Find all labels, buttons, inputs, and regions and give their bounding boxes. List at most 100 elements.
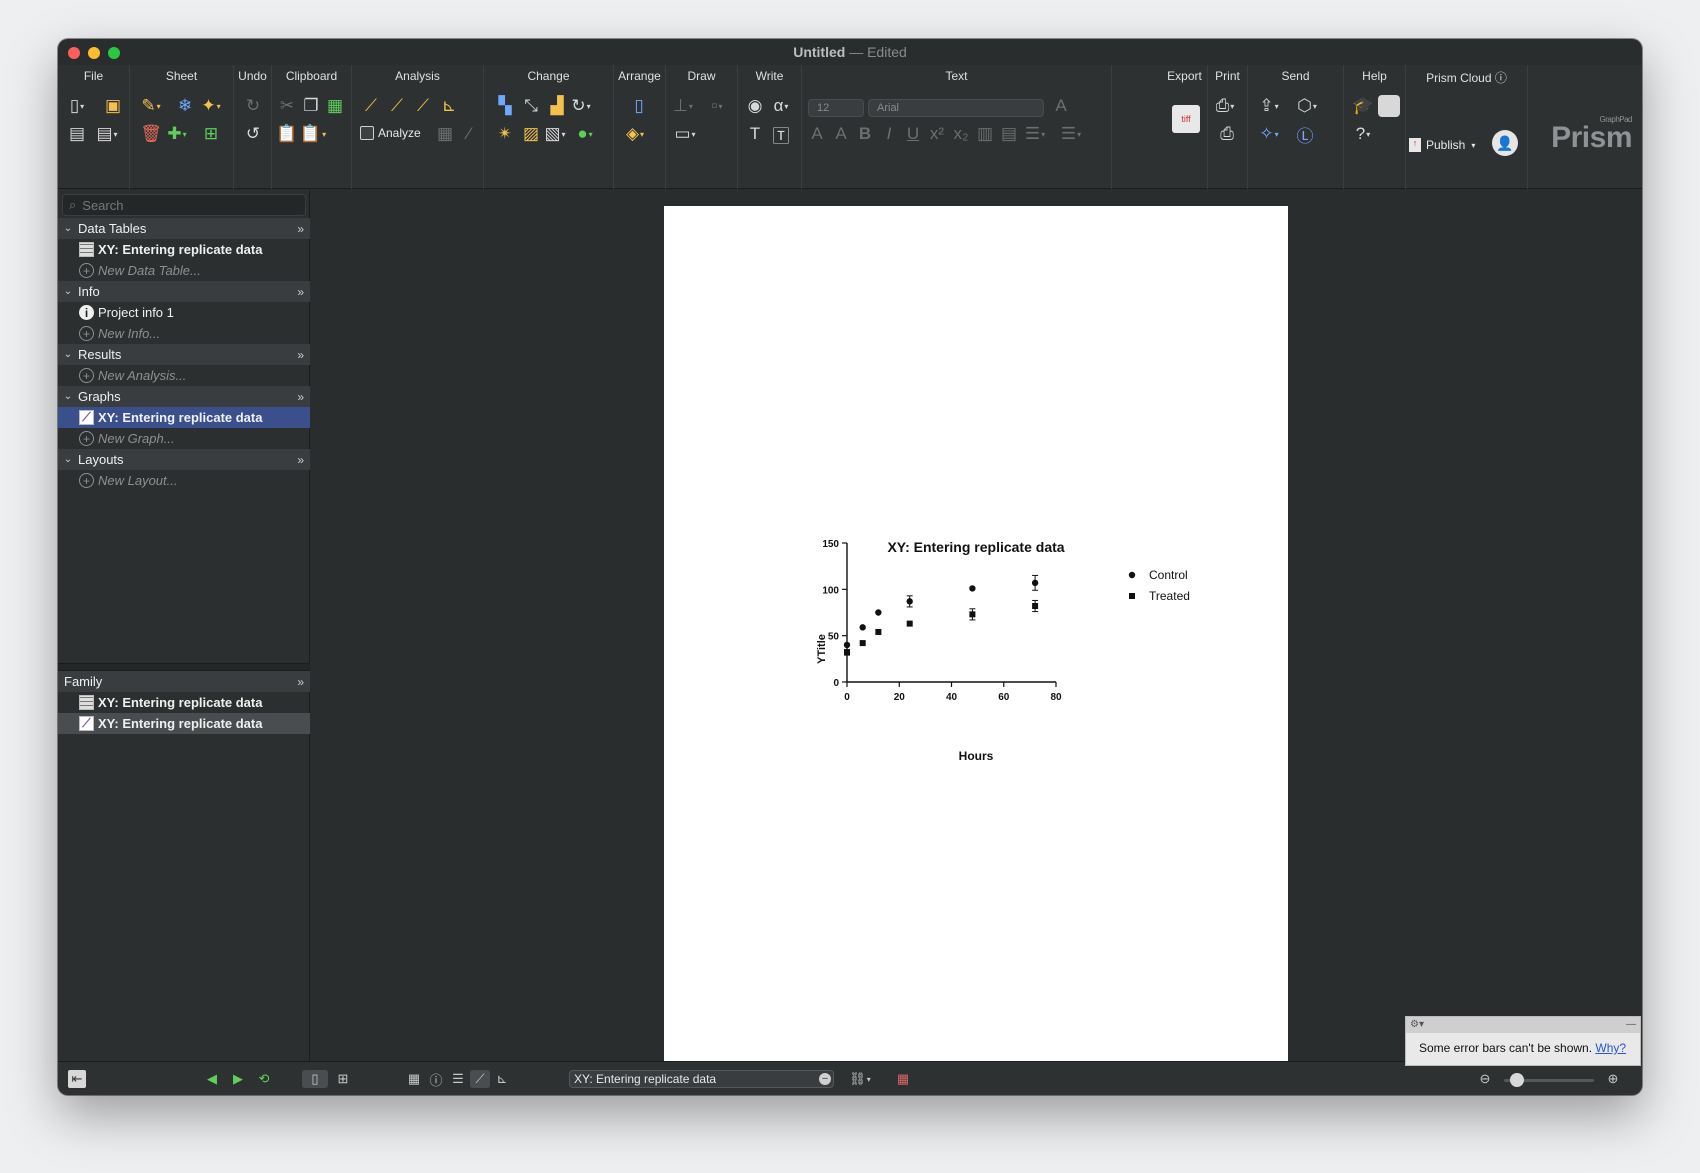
section-info[interactable]: ⌄ Info »	[58, 281, 310, 302]
decrease-font-icon[interactable]: A	[830, 123, 852, 145]
go-to-sheet-icon[interactable]: ⟲	[256, 1070, 272, 1088]
new-analysis-link[interactable]: + New Analysis...	[58, 365, 310, 386]
redo-icon[interactable]: ↻	[242, 95, 264, 117]
format-axes-icon[interactable]: ▧ ▾	[544, 123, 566, 145]
layout-view-icon[interactable]: ⊾	[492, 1070, 512, 1088]
increase-font-icon[interactable]: A	[806, 123, 828, 145]
nonlinear-fit-icon[interactable]: ⟋	[386, 95, 408, 117]
graph-view-icon[interactable]: ⟋	[470, 1070, 490, 1088]
close-window-button[interactable]	[68, 47, 80, 59]
xy-analysis-icon[interactable]: ⟋	[360, 95, 382, 117]
print-icon[interactable]: ⎙ ▾	[1214, 95, 1236, 117]
draw-line-icon[interactable]: ⊥ ▾	[672, 95, 694, 117]
undo-icon[interactable]: ↺	[242, 123, 264, 145]
gear-icon[interactable]: ⚙▾	[1410, 1019, 1424, 1030]
draw-shape-icon[interactable]: ▫ ▾	[706, 95, 728, 117]
sidebar-item-project-info[interactable]: i Project info 1	[58, 302, 310, 323]
expand-icon[interactable]: »	[297, 285, 304, 299]
family-item-data-table[interactable]: XY: Entering replicate data	[58, 692, 310, 713]
legend[interactable]: Control Treated	[1128, 568, 1190, 603]
sidebar-item-data-table[interactable]: XY: Entering replicate data	[58, 239, 310, 260]
text-tool-icon[interactable]: T	[744, 123, 766, 145]
snowflake-icon[interactable]: ❄	[174, 95, 196, 117]
bar-chart-icon[interactable]: ▟	[546, 95, 568, 117]
section-data-tables[interactable]: ⌄ Data Tables »	[58, 218, 310, 239]
insert-object-icon[interactable]: ◉	[744, 95, 766, 117]
remove-icon[interactable]: –	[819, 1073, 831, 1085]
cut-icon[interactable]: ✂	[276, 95, 298, 117]
zoom-in-icon[interactable]: ⊕	[1604, 1070, 1622, 1088]
bold-icon[interactable]: B	[854, 123, 876, 145]
app-store-icon[interactable]: ✧ ▾	[1258, 123, 1280, 145]
insert-sheet-icon[interactable]: ⊞	[200, 123, 222, 145]
xy-graph[interactable]: XY: Entering replicate data Hours YTitle…	[664, 206, 1288, 1088]
rotate-icon[interactable]: ↻ ▾	[570, 95, 592, 117]
new-graph-link[interactable]: + New Graph...	[58, 428, 310, 449]
error-flag-icon[interactable]: ▦	[894, 1070, 912, 1088]
previous-sheet-icon[interactable]: ◀	[204, 1070, 220, 1088]
save-icon[interactable]: ▤	[66, 123, 88, 145]
underline-icon[interactable]: U	[902, 123, 924, 145]
data-table-view-icon[interactable]: ▦	[404, 1070, 424, 1088]
zoom-slider-knob[interactable]	[1510, 1073, 1524, 1087]
sidebar-splitter[interactable]	[58, 663, 310, 671]
superscript-icon[interactable]: x²	[926, 123, 948, 145]
next-sheet-icon[interactable]: ▶	[230, 1070, 246, 1088]
publish-button[interactable]: ↑ Publish ▾	[1409, 134, 1475, 156]
why-link[interactable]: Why?	[1595, 1041, 1626, 1055]
rectangle-icon[interactable]: ▭ ▾	[674, 123, 696, 145]
section-results[interactable]: ⌄ Results »	[58, 344, 310, 365]
zoom-slider[interactable]	[1504, 1073, 1594, 1087]
link-icon[interactable]: ⛓ ▾	[846, 1070, 874, 1088]
results-view-icon[interactable]: ☰	[448, 1070, 468, 1088]
color-scheme-icon[interactable]: ● ▾	[574, 123, 596, 145]
new-info-link[interactable]: + New Info...	[58, 323, 310, 344]
new-data-table-link[interactable]: + New Data Table...	[58, 260, 310, 281]
y-axis-title[interactable]: YTitle	[816, 634, 828, 664]
minimize-window-button[interactable]	[88, 47, 100, 59]
export-image-icon[interactable]: tiff	[1172, 105, 1200, 133]
share-icon[interactable]: ⇪ ▾	[1258, 95, 1280, 117]
search-input[interactable]: ⌕ Search	[62, 194, 306, 216]
gallery-view-icon[interactable]: ⊞	[330, 1070, 356, 1088]
info-view-icon[interactable]: ⓘ	[426, 1070, 446, 1088]
first-sheet-icon[interactable]: ⇤	[68, 1070, 86, 1088]
learn-icon[interactable]: 🎓	[1352, 95, 1374, 117]
align-text-icon[interactable]: ☰ ▾	[1024, 123, 1046, 145]
format-graph-icon[interactable]: ▨	[520, 123, 542, 145]
add-sheet-icon[interactable]: ✚ ▾	[166, 123, 188, 145]
highlight-icon[interactable]: ✎ ▾	[140, 95, 162, 117]
text-color-icon[interactable]: A	[1050, 95, 1072, 117]
sidebar-item-graph[interactable]: ⟋ XY: Entering replicate data	[58, 407, 310, 428]
arrange-icon[interactable]: ▯	[628, 95, 650, 117]
section-graphs[interactable]: ⌄ Graphs »	[58, 386, 310, 407]
font-size-select[interactable]: 12	[808, 99, 864, 117]
axis-icon[interactable]: ⤡	[520, 95, 542, 117]
new-file-icon[interactable]: ▯ ▾	[66, 95, 88, 117]
delete-sheet-icon[interactable]: 🗑	[140, 123, 162, 145]
account-avatar-icon[interactable]: 👤	[1492, 130, 1518, 156]
results-grid-icon[interactable]: ▦	[434, 123, 456, 145]
save-as-icon[interactable]: ▤ ▾	[96, 123, 118, 145]
zoom-window-button[interactable]	[108, 47, 120, 59]
section-family[interactable]: Family »	[58, 671, 310, 692]
expand-icon[interactable]: »	[297, 675, 304, 689]
text-format-icon[interactable]: ▤	[998, 123, 1020, 145]
wand-icon[interactable]: ⁄	[458, 123, 480, 145]
paste-icon[interactable]: 📋	[276, 123, 298, 145]
paste-menu-icon[interactable]: 📋 ▾	[300, 123, 326, 145]
send-settings-icon[interactable]: ⬡ ▾	[1296, 95, 1318, 117]
font-name-select[interactable]: Arial	[868, 99, 1044, 117]
copy-icon[interactable]: ❐	[300, 95, 322, 117]
paste-special-icon[interactable]: ▦	[324, 95, 346, 117]
column-stats-icon[interactable]: ⊾	[438, 95, 460, 117]
text-style-icon[interactable]: ▥	[974, 123, 996, 145]
help-icon[interactable]: ? ▾	[1352, 123, 1374, 145]
magic-wand-icon[interactable]: ✴	[494, 123, 516, 145]
help-panel-icon[interactable]	[1378, 95, 1400, 117]
lab-archives-icon[interactable]: Ⓛ	[1294, 123, 1316, 146]
align-icon[interactable]: ◈ ▾	[624, 123, 646, 145]
subscript-icon[interactable]: x₂	[950, 123, 972, 145]
graph-title[interactable]: XY: Entering replicate data	[887, 539, 1064, 555]
minimize-icon[interactable]: —	[1626, 1017, 1636, 1033]
